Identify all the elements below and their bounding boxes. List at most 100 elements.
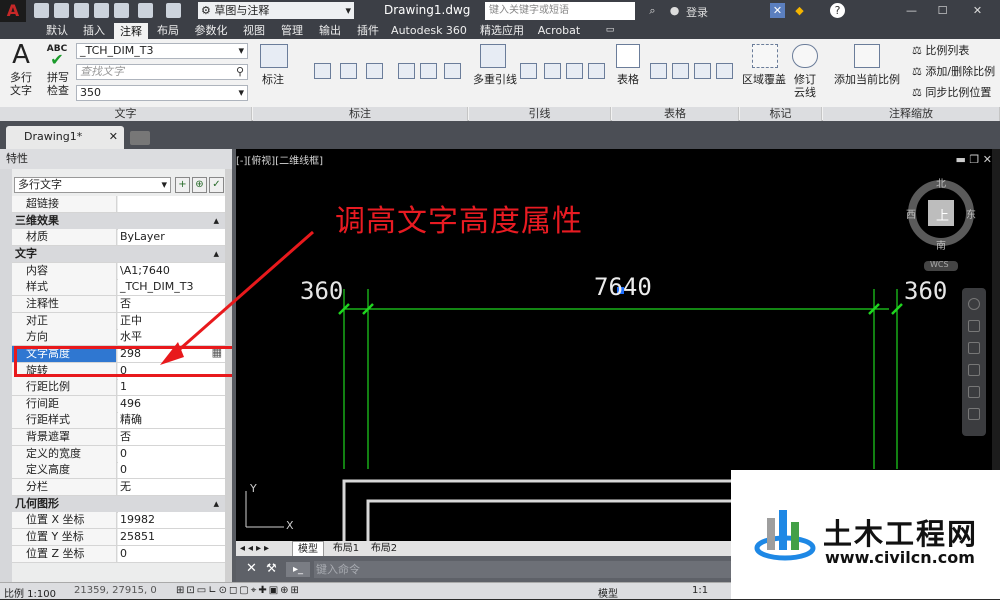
new-tab-button[interactable]: [130, 131, 150, 145]
model-space-toggle[interactable]: 模型: [598, 585, 618, 600]
zoom-icon[interactable]: [968, 342, 980, 354]
steering-wheel-icon[interactable]: [968, 298, 980, 310]
app-logo[interactable]: A: [0, 0, 26, 22]
text-style-dropdown[interactable]: _TCH_DIM_T3 ▾: [76, 43, 248, 59]
command-input[interactable]: 键入命令: [314, 561, 734, 578]
scale-list-button[interactable]: ⚖ 比例列表: [912, 44, 969, 57]
property-value[interactable]: 0: [118, 545, 225, 562]
markup-panel-title[interactable]: 标记: [740, 107, 822, 121]
wipeout-button[interactable]: 区域覆盖: [740, 73, 788, 86]
close-icon[interactable]: ✕: [109, 126, 118, 148]
tab-output[interactable]: 输出: [314, 22, 346, 39]
linear-dimension-icon[interactable]: [260, 44, 288, 68]
add-delete-scale-button[interactable]: ⚖ 添加/删除比例: [912, 65, 995, 78]
multileader-icon[interactable]: [480, 44, 506, 68]
property-value[interactable]: 精确: [118, 412, 225, 429]
wipeout-icon[interactable]: [752, 44, 778, 68]
viewcube-top-face[interactable]: 上: [936, 205, 949, 224]
autodesk360-icon[interactable]: ◆: [792, 3, 807, 18]
property-value[interactable]: 0: [118, 445, 225, 462]
multiline-text-button[interactable]: 多行 文字: [6, 71, 36, 97]
property-value[interactable]: 无: [118, 479, 225, 496]
property-row[interactable]: 注释性否: [12, 295, 225, 313]
pan-icon[interactable]: [968, 320, 980, 332]
login-link[interactable]: 登录: [686, 4, 708, 20]
close-icon[interactable]: ✕: [246, 561, 257, 576]
text-panel-title[interactable]: 文字: [0, 107, 252, 121]
tab-layout1[interactable]: 布局1: [330, 541, 362, 556]
tab-default[interactable]: 默认: [38, 22, 76, 39]
property-value[interactable]: 496: [118, 395, 225, 412]
maximize-icon[interactable]: ☐: [935, 3, 950, 18]
minimize-icon[interactable]: —: [904, 3, 919, 18]
property-section-header[interactable]: 几何图形 ▴: [12, 495, 225, 513]
property-row[interactable]: 定义的宽度 0: [12, 445, 225, 463]
dim-inspect-icon[interactable]: [398, 63, 415, 79]
table-download-icon[interactable]: [694, 63, 711, 79]
tab-acrobat[interactable]: Acrobat: [534, 22, 584, 39]
save-icon[interactable]: [74, 3, 89, 18]
add-leader-icon[interactable]: [520, 63, 537, 79]
property-row[interactable]: 内容 \A1;7640: [12, 262, 225, 280]
dim-jog-icon[interactable]: [420, 63, 437, 79]
dim-space-icon[interactable]: [340, 63, 357, 79]
property-section-header[interactable]: 文字 ▴: [12, 245, 225, 263]
save-as-icon[interactable]: [94, 3, 109, 18]
compass-south[interactable]: 南: [936, 237, 946, 252]
property-row[interactable]: 背景遮罩否: [12, 429, 225, 447]
tab-plugins[interactable]: 插件: [352, 22, 384, 39]
dim-update-icon[interactable]: [444, 63, 461, 79]
tab-featured-apps[interactable]: 精选应用: [474, 22, 530, 39]
zoom-scale-readout[interactable]: 1:1: [692, 585, 708, 596]
spell-check-button[interactable]: 拼写 检查: [42, 71, 74, 97]
multileader-button[interactable]: 多重引线: [472, 73, 518, 86]
collapse-icon[interactable]: ▴: [213, 247, 219, 260]
palette-titlebar-strip[interactable]: [0, 169, 12, 582]
add-current-scale-button[interactable]: 添加当前比例: [830, 73, 904, 86]
property-row[interactable]: 分栏无: [12, 479, 225, 497]
table-link-icon[interactable]: [672, 63, 689, 79]
open-folder-icon[interactable]: [54, 3, 69, 18]
sync-scale-button[interactable]: ⚖ 同步比例位置: [912, 86, 991, 99]
align-leader-icon[interactable]: [566, 63, 583, 79]
text-height-dropdown[interactable]: 350 ▾: [76, 85, 248, 101]
compass-north[interactable]: 北: [936, 175, 946, 190]
wrench-icon[interactable]: ⚒: [266, 561, 277, 575]
property-row[interactable]: 材质 ByLayer: [12, 229, 225, 247]
dim-text-right[interactable]: 360: [904, 277, 947, 305]
property-row[interactable]: 行间距 496: [12, 395, 225, 413]
undo-icon[interactable]: [138, 3, 153, 18]
table-upload-icon[interactable]: [716, 63, 733, 79]
redo-icon[interactable]: [166, 3, 181, 18]
layout-nav-arrows[interactable]: ◂◂▸▸: [240, 541, 288, 556]
help-icon[interactable]: ?: [830, 3, 845, 18]
object-type-dropdown[interactable]: 多行文字 ▾: [14, 177, 171, 193]
property-value[interactable]: 否: [118, 295, 225, 312]
dimension-panel-title[interactable]: 标注: [253, 107, 468, 121]
nav-settings-icon[interactable]: [968, 408, 980, 420]
tab-layout2[interactable]: 布局2: [368, 541, 400, 556]
tab-view[interactable]: 视图: [238, 22, 270, 39]
quick-select-icon[interactable]: ✓: [209, 177, 224, 193]
tab-annotate[interactable]: 注释: [114, 23, 148, 39]
find-text-input[interactable]: 查找文字 ⚲: [76, 64, 248, 80]
property-row[interactable]: 超链接: [12, 196, 225, 213]
property-value[interactable]: 否: [118, 429, 225, 446]
leader-panel-title[interactable]: 引线: [469, 107, 611, 121]
property-row[interactable]: 行距样式 精确: [12, 412, 225, 430]
navigation-bar[interactable]: [962, 288, 986, 436]
showmotion-icon[interactable]: [968, 386, 980, 398]
compass-west[interactable]: 西: [906, 206, 916, 221]
dim-break-icon[interactable]: [366, 63, 383, 79]
add-current-scale-icon[interactable]: [854, 44, 880, 68]
property-row[interactable]: 样式 _TCH_DIM_T3: [12, 279, 225, 297]
user-icon[interactable]: ●: [667, 3, 682, 18]
select-objects-icon[interactable]: ⊕: [192, 177, 207, 193]
property-value[interactable]: 正中: [118, 312, 225, 329]
property-value[interactable]: 25851: [118, 529, 225, 545]
property-row[interactable]: 位置 Y 坐标 25851: [12, 529, 225, 546]
multiline-text-icon[interactable]: A: [8, 41, 34, 69]
property-value[interactable]: 0: [118, 462, 225, 479]
command-history-icon[interactable]: ▸_: [286, 562, 310, 577]
property-value[interactable]: 19982: [118, 512, 225, 529]
